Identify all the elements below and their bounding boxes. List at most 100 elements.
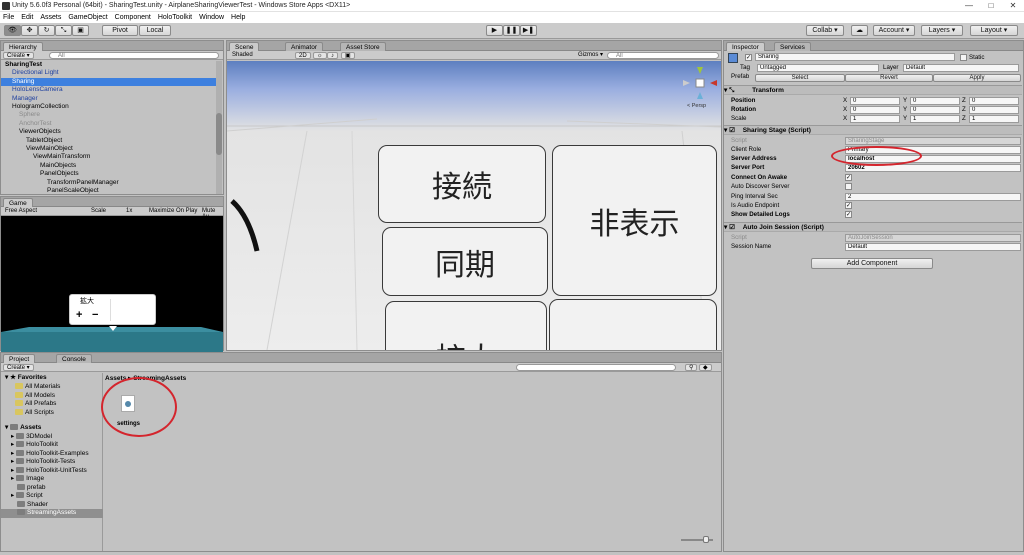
tab-project[interactable]: Project	[3, 354, 36, 363]
shading-dropdown[interactable]: Shaded	[229, 52, 289, 59]
hierarchy-scrollbar[interactable]	[216, 61, 222, 194]
scale-z-field[interactable]: 1	[969, 115, 1019, 123]
add-component-button[interactable]: Add Component	[811, 258, 933, 269]
tab-console[interactable]: Console	[56, 354, 92, 363]
hierarchy-item[interactable]: Sphere	[1, 111, 217, 120]
detailed-logs-checkbox[interactable]: ✓	[845, 211, 852, 218]
active-checkbox[interactable]: ✓	[745, 54, 752, 61]
project-search-input[interactable]	[516, 364, 676, 371]
tab-animator[interactable]: Animator	[285, 42, 324, 51]
position-x-field[interactable]: 0	[850, 97, 900, 105]
asset-folder[interactable]: ▸ HoloToolkit-UnitTests	[11, 467, 87, 476]
move-tool-icon[interactable]: ✥	[21, 25, 38, 36]
hierarchy-item[interactable]: PanelObjects	[1, 170, 217, 179]
tab-scene[interactable]: Scene	[229, 42, 260, 51]
layers-dropdown[interactable]: Layers ▾	[921, 25, 963, 36]
fav-item[interactable]: All Prefabs	[15, 400, 56, 409]
prefab-revert-button[interactable]: Revert	[845, 74, 933, 82]
pivot-toggle[interactable]: Pivot	[102, 25, 138, 36]
scale-tool-icon[interactable]: ⤡	[55, 25, 72, 36]
tab-hierarchy[interactable]: Hierarchy	[3, 42, 43, 51]
menu-window[interactable]: Window	[199, 14, 224, 21]
hierarchy-item[interactable]: HologramCollection	[1, 103, 217, 112]
tag-dropdown[interactable]: Untagged	[757, 64, 879, 72]
aspect-dropdown[interactable]: Free Aspect	[5, 208, 37, 214]
asset-folder[interactable]: ▸ 3DModel	[11, 433, 52, 442]
fav-item[interactable]: All Models	[15, 392, 55, 401]
project-create-button[interactable]: Create ▾	[3, 364, 34, 371]
local-toggle[interactable]: Local	[139, 25, 171, 36]
tab-inspector[interactable]: Inspector	[726, 42, 765, 51]
asset-folder[interactable]: ▸ HoloToolkit-Examples	[11, 450, 89, 459]
minimize-button[interactable]: —	[958, 0, 980, 12]
gizmos-dropdown[interactable]: Gizmos ▾	[575, 52, 606, 59]
hierarchy-item[interactable]: SharingTest	[1, 61, 217, 70]
menu-holotoolkit[interactable]: HoloToolkit	[158, 14, 192, 21]
layout-dropdown[interactable]: Layout ▾	[970, 25, 1018, 36]
asset-folder[interactable]: Shader	[17, 501, 48, 510]
scale-x-field[interactable]: 1	[850, 115, 900, 123]
menu-gameobject[interactable]: GameObject	[68, 14, 107, 21]
step-button[interactable]: ▶❚	[520, 25, 537, 36]
zoom-slider[interactable]	[681, 536, 713, 543]
connect-on-awake-checkbox[interactable]: ✓	[845, 174, 852, 181]
hierarchy-item[interactable]: Sharing	[1, 77, 217, 87]
tab-services[interactable]: Services	[774, 42, 811, 51]
hierarchy-item[interactable]: ViewerObjects	[1, 128, 217, 137]
minus-button[interactable]: −	[92, 309, 98, 321]
asset-folder[interactable]: prefab	[17, 484, 45, 493]
maximize-button[interactable]: □	[980, 0, 1002, 12]
asset-folder[interactable]: ▸ Image	[11, 475, 44, 484]
object-name-field[interactable]: Sharing	[755, 53, 955, 61]
assets-header[interactable]: ▾ Assets	[5, 424, 41, 433]
persp-label[interactable]: < Persp	[687, 103, 706, 109]
menu-file[interactable]: File	[3, 14, 14, 21]
favorites-header[interactable]: ▾ ★ Favorites	[5, 374, 47, 383]
prefab-apply-button[interactable]: Apply	[933, 74, 1021, 82]
hierarchy-item[interactable]: ViewMainTransform	[1, 153, 217, 162]
hierarchy-create-button[interactable]: Create ▾	[3, 52, 34, 59]
hand-tool-icon[interactable]: 👁	[4, 25, 21, 36]
menu-assets[interactable]: Assets	[40, 14, 61, 21]
session-name-field[interactable]: Default	[845, 243, 1021, 251]
menu-edit[interactable]: Edit	[21, 14, 33, 21]
hierarchy-item[interactable]: Directional Light	[1, 69, 217, 78]
sharing-stage-header[interactable]: ▾ ☑ Sharing Stage (Script)	[724, 125, 1022, 135]
asset-folder[interactable]: ▸ Script	[11, 492, 43, 501]
menu-component[interactable]: Component	[115, 14, 151, 21]
2d-toggle[interactable]: 2D	[295, 52, 311, 59]
hierarchy-item[interactable]: TransformPanelManager	[1, 179, 217, 188]
close-button[interactable]: ✕	[1002, 0, 1024, 12]
rect-tool-icon[interactable]: ▣	[72, 25, 89, 36]
game-view[interactable]	[1, 217, 223, 352]
scene-search-input[interactable]: All	[607, 52, 719, 59]
rotation-y-field[interactable]: 0	[910, 106, 960, 114]
hierarchy-item[interactable]: PanelScaleObject	[1, 187, 217, 196]
hierarchy-search-input[interactable]: All	[49, 52, 219, 59]
menu-help[interactable]: Help	[231, 14, 245, 21]
audio-toggle-icon[interactable]: ♪	[327, 52, 338, 59]
tab-game[interactable]: Game	[3, 198, 33, 207]
light-toggle-icon[interactable]: ☼	[313, 52, 327, 59]
asset-folder-selected[interactable]: StreamingAssets	[1, 509, 103, 518]
asset-folder[interactable]: ▸ HoloToolkit-Tests	[11, 458, 75, 467]
hierarchy-item[interactable]: HoloLensCamera	[1, 86, 217, 95]
auto-discover-checkbox[interactable]	[845, 183, 852, 190]
scene-viewport[interactable]: 接続 非表示 同期 拡大 < Persp	[227, 61, 721, 350]
filter-label-icon[interactable]: ◆	[699, 364, 712, 371]
auto-join-header[interactable]: ▾ ☑ Auto Join Session (Script)	[724, 222, 1022, 232]
play-button[interactable]: ▶	[486, 25, 503, 36]
fav-item[interactable]: All Materials	[15, 383, 60, 392]
cloud-icon[interactable]: ☁	[851, 25, 868, 36]
effects-toggle-icon[interactable]: ▣	[341, 52, 355, 59]
hierarchy-item[interactable]: MainObjects	[1, 162, 217, 171]
audio-endpoint-checkbox[interactable]: ✓	[845, 202, 852, 209]
static-checkbox[interactable]	[960, 54, 967, 61]
hierarchy-item[interactable]: ViewMainObject	[1, 145, 217, 154]
rotate-tool-icon[interactable]: ↻	[38, 25, 55, 36]
maximize-on-play-toggle[interactable]: Maximize On Play	[149, 208, 197, 214]
rotation-z-field[interactable]: 0	[969, 106, 1019, 114]
plus-button[interactable]: +	[76, 309, 82, 321]
layer-dropdown[interactable]: Default	[903, 64, 1019, 72]
ping-interval-field[interactable]: 2	[845, 193, 1021, 201]
